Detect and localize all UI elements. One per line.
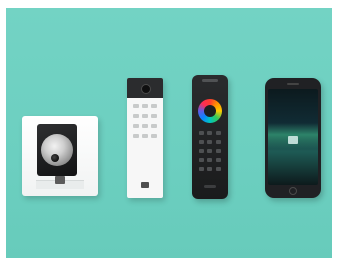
remote-bottom-indicator xyxy=(204,185,216,188)
keypad-key xyxy=(142,134,148,138)
doorbell-face xyxy=(37,124,77,176)
doorbell-camera xyxy=(22,116,98,196)
product-scene xyxy=(6,8,332,258)
keypad-key xyxy=(142,124,148,128)
keypad-key xyxy=(142,104,148,108)
color-wheel-icon xyxy=(198,99,222,123)
keypad-buttons xyxy=(133,104,157,138)
remote-key xyxy=(215,158,221,162)
app-icon xyxy=(288,136,298,144)
remote-key xyxy=(207,131,213,135)
remote-key xyxy=(215,140,221,144)
keypad-key xyxy=(151,104,157,108)
door-keypad xyxy=(127,78,163,198)
photo-frame xyxy=(0,0,339,264)
keypad-camera-icon xyxy=(141,84,151,94)
keypad-camera-panel xyxy=(127,78,163,98)
keypad-key xyxy=(151,124,157,128)
remote-key xyxy=(215,131,221,135)
keypad-logo xyxy=(141,182,149,188)
smartphone xyxy=(265,78,321,198)
remote-key xyxy=(199,140,204,144)
phone-speaker xyxy=(287,83,299,85)
remote-key xyxy=(207,167,213,171)
remote-key xyxy=(199,158,204,162)
remote-control xyxy=(192,75,228,199)
remote-key xyxy=(199,167,204,171)
keypad-key xyxy=(133,114,139,118)
keypad-key xyxy=(142,114,148,118)
keypad-key xyxy=(133,104,139,108)
keypad-key xyxy=(151,114,157,118)
remote-indicator xyxy=(202,79,218,82)
keypad-key xyxy=(151,134,157,138)
doorbell-logo xyxy=(55,176,65,184)
remote-key xyxy=(207,149,213,153)
remote-key xyxy=(199,149,204,153)
color-wheel-center xyxy=(204,105,216,117)
remote-key xyxy=(207,140,213,144)
keypad-key xyxy=(133,134,139,138)
remote-key xyxy=(215,167,221,171)
remote-key xyxy=(207,158,213,162)
remote-key xyxy=(215,149,221,153)
camera-sensor xyxy=(51,154,59,162)
remote-key xyxy=(199,131,204,135)
phone-screen xyxy=(268,89,318,185)
home-button-icon xyxy=(289,187,297,195)
keypad-key xyxy=(133,124,139,128)
remote-buttons xyxy=(199,131,221,171)
